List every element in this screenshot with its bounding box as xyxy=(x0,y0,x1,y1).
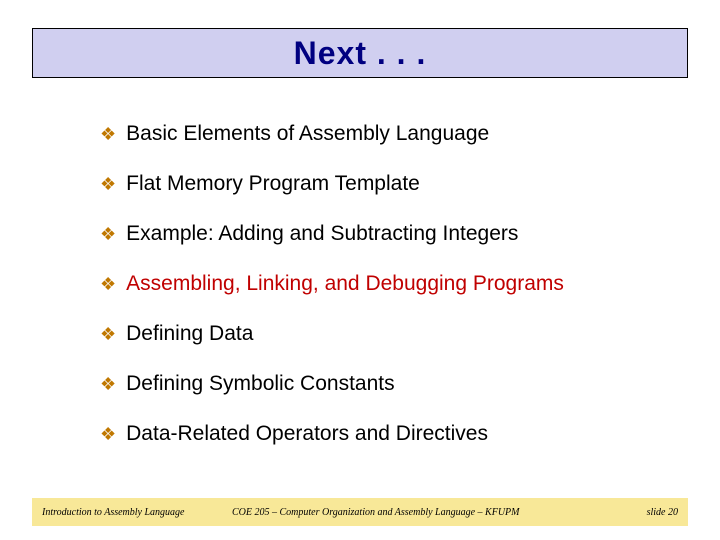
page-title: Next . . . xyxy=(294,35,427,72)
diamond-bullet-icon: ❖ xyxy=(100,220,116,248)
topic-text: Defining Data xyxy=(126,320,253,348)
topic-text: Basic Elements of Assembly Language xyxy=(126,120,489,148)
topic-item: ❖ Flat Memory Program Template xyxy=(100,170,660,198)
topic-text: Example: Adding and Subtracting Integers xyxy=(126,220,518,248)
topic-item: ❖ Basic Elements of Assembly Language xyxy=(100,120,660,148)
topic-text: Flat Memory Program Template xyxy=(126,170,420,198)
diamond-bullet-icon: ❖ xyxy=(100,270,116,298)
diamond-bullet-icon: ❖ xyxy=(100,320,116,348)
topic-item: ❖ Example: Adding and Subtracting Integer… xyxy=(100,220,660,248)
title-banner: Next . . . xyxy=(32,28,688,78)
topic-item: ❖ Assembling, Linking, and Debugging Prog… xyxy=(100,270,660,298)
topic-text: Data-Related Operators and Directives xyxy=(126,420,488,448)
footer-bar: Introduction to Assembly Language COE 20… xyxy=(32,498,688,526)
diamond-bullet-icon: ❖ xyxy=(100,120,116,148)
topic-item: ❖ Defining Data xyxy=(100,320,660,348)
diamond-bullet-icon: ❖ xyxy=(100,420,116,448)
footer-center-text: COE 205 – Computer Organization and Asse… xyxy=(232,507,647,518)
topic-item: ❖ Data-Related Operators and Directives xyxy=(100,420,660,448)
topic-text: Defining Symbolic Constants xyxy=(126,370,394,398)
diamond-bullet-icon: ❖ xyxy=(100,170,116,198)
footer-right-text: slide 20 xyxy=(647,507,678,518)
topic-text: Assembling, Linking, and Debugging Progr… xyxy=(126,270,564,298)
diamond-bullet-icon: ❖ xyxy=(100,370,116,398)
topic-item: ❖ Defining Symbolic Constants xyxy=(100,370,660,398)
footer-left-text: Introduction to Assembly Language xyxy=(42,507,232,518)
topics-list: ❖ Basic Elements of Assembly Language ❖ Fla… xyxy=(100,120,660,470)
